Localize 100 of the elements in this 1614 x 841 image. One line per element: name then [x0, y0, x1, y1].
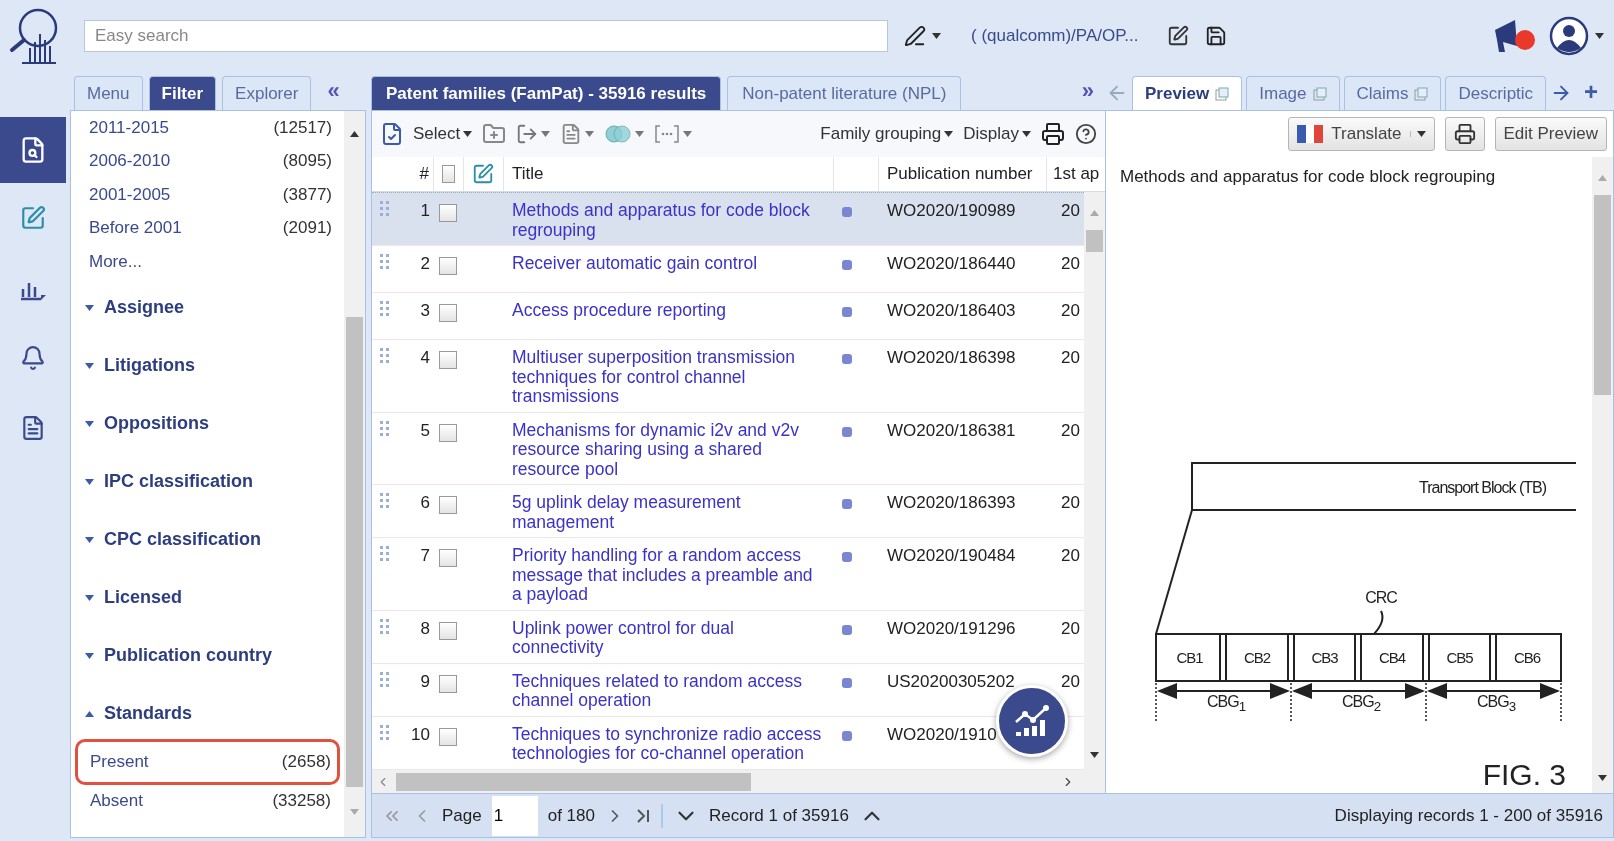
title-link[interactable]: Mechanisms for dynamic i2v and v2v resource sharing using a shared resource pool [504, 420, 834, 479]
preview-tab[interactable]: Image [1246, 76, 1340, 110]
expand-button[interactable]: » [1081, 78, 1106, 110]
title-link[interactable]: Uplink power control for dual connectivity [504, 618, 834, 658]
preview-tab[interactable]: Preview [1132, 76, 1243, 110]
drag-handle-icon[interactable] [380, 618, 390, 635]
drag-handle-icon[interactable] [380, 420, 390, 437]
section-header[interactable]: Standards [104, 703, 193, 724]
scrollbar[interactable] [372, 770, 1105, 793]
title-link[interactable]: Multiuser superposition transmission techniques for control channel transmissions [504, 348, 834, 407]
popout-icon[interactable] [1414, 86, 1429, 101]
filter-option[interactable]: 2001-2005 [89, 184, 171, 205]
checkbox[interactable] [439, 727, 457, 746]
section-header[interactable]: Oppositions [104, 413, 209, 434]
search-field[interactable]: Easy search [84, 20, 888, 52]
add-tab-button[interactable]: + [1576, 78, 1605, 110]
panel-tab[interactable]: Filter [148, 76, 217, 110]
grouping-dropdown[interactable]: Family grouping [820, 124, 942, 144]
scrollbar-thumb[interactable] [1086, 230, 1103, 252]
column-header[interactable]: Publication number [879, 157, 1047, 191]
scrollbar[interactable] [1084, 192, 1105, 770]
section-header[interactable]: CPC classification [104, 529, 262, 550]
filter-option[interactable]: Present [90, 751, 149, 772]
column-header[interactable]: Title [504, 157, 834, 191]
select-icon[interactable] [380, 122, 404, 146]
column-header[interactable]: # [400, 157, 434, 191]
filter-option[interactable]: Absent [90, 790, 143, 811]
section-header[interactable]: IPC classification [104, 471, 254, 492]
checkbox[interactable] [439, 549, 457, 567]
rail-item[interactable] [0, 117, 66, 183]
translate-button[interactable]: Translate [1288, 117, 1435, 151]
panel-tab[interactable]: Menu [74, 76, 143, 110]
section-header[interactable]: Publication country [104, 645, 272, 666]
drag-handle-icon[interactable] [380, 201, 390, 217]
print-button[interactable] [1444, 117, 1485, 151]
title-link[interactable]: Techniques to synchronize radio access technologies for co-channel operation [504, 724, 834, 764]
checkbox[interactable] [439, 674, 457, 693]
checkbox[interactable] [439, 423, 457, 442]
user-avatar-icon[interactable] [1549, 16, 1589, 56]
filter-option[interactable]: Before 2001 [89, 218, 182, 239]
more-link[interactable]: More... [89, 251, 142, 272]
edit-preview-button[interactable]: Edit Preview [1494, 117, 1607, 151]
page-label: Page [442, 805, 482, 826]
bell-icon[interactable] [20, 345, 46, 371]
title-link[interactable]: 5g uplink delay measurement management [504, 493, 834, 532]
checkbox[interactable] [439, 621, 457, 640]
display-dropdown[interactable]: Display [963, 124, 1019, 144]
page-field[interactable]: 1 [491, 795, 538, 836]
brackets-icon[interactable] [654, 124, 681, 144]
filter-option[interactable]: 2006-2010 [89, 151, 171, 172]
preview-tab[interactable]: Claims [1343, 76, 1442, 110]
section-header[interactable]: Assignee [104, 297, 185, 318]
section-header[interactable]: Licensed [104, 587, 183, 608]
results-tab[interactable]: Non-patent literature (NPL) [727, 76, 962, 110]
drag-handle-icon[interactable] [380, 671, 390, 688]
scrollbar[interactable] [1592, 157, 1613, 793]
title-link[interactable]: Priority handling for a random access message that includes a preamble and a payload [504, 546, 834, 605]
results-tab[interactable]: Patent families (FamPat) - 35916 results [371, 76, 722, 110]
popout-icon[interactable] [1312, 86, 1327, 101]
drag-handle-icon[interactable] [380, 724, 390, 741]
drag-handle-icon[interactable] [380, 254, 390, 270]
select-button[interactable]: Select [413, 124, 461, 144]
checkbox[interactable] [439, 257, 457, 275]
drag-handle-icon[interactable] [380, 348, 390, 364]
title-link[interactable]: Techniques related to random access channel operation [504, 671, 834, 711]
checkbox[interactable] [439, 304, 457, 322]
popout-icon[interactable] [1215, 86, 1230, 101]
scrollbar[interactable] [344, 111, 365, 837]
panel-tab[interactable]: Explorer [222, 76, 312, 110]
title-link[interactable]: Methods and apparatus for code block regrouping [504, 201, 834, 240]
filter-count: (2658) [281, 751, 331, 772]
document-icon[interactable] [20, 415, 46, 441]
title-link[interactable]: Receiver automatic gain control [504, 254, 834, 287]
print-icon[interactable] [1041, 122, 1065, 146]
preview-tab[interactable]: Descriptic [1445, 76, 1547, 110]
drag-handle-icon[interactable] [380, 493, 390, 509]
pen-icon[interactable] [904, 25, 926, 47]
row-number: 4 [419, 348, 431, 369]
checkbox[interactable] [439, 496, 457, 514]
checkbox[interactable] [439, 204, 457, 222]
scrollbar-thumb[interactable] [1594, 195, 1611, 395]
help-icon[interactable] [1075, 123, 1097, 145]
edit-icon[interactable] [1166, 25, 1189, 47]
folder-add-icon[interactable] [482, 122, 507, 146]
checkbox[interactable] [439, 351, 457, 369]
title-link[interactable]: Access procedure reporting [504, 301, 834, 334]
section-header[interactable]: Litigations [104, 355, 195, 376]
drag-handle-icon[interactable] [380, 546, 390, 562]
scrollbar-thumb[interactable] [346, 317, 363, 787]
table-row[interactable]: 1 Methods and apparatus for code block regrouping WO2020/190989 20 [372, 192, 1084, 246]
checkbox[interactable] [442, 165, 455, 183]
column-header[interactable]: 1st ap [1047, 157, 1107, 191]
circles-icon[interactable] [604, 124, 633, 144]
drag-handle-icon[interactable] [380, 301, 390, 317]
scrollbar-thumb[interactable] [396, 772, 751, 791]
export-icon[interactable] [516, 123, 539, 145]
filter-option[interactable]: 2011-2015 [89, 117, 170, 138]
caret-icon [1416, 131, 1426, 137]
save-icon[interactable] [1204, 25, 1227, 47]
collapse-button[interactable]: « [317, 78, 344, 110]
